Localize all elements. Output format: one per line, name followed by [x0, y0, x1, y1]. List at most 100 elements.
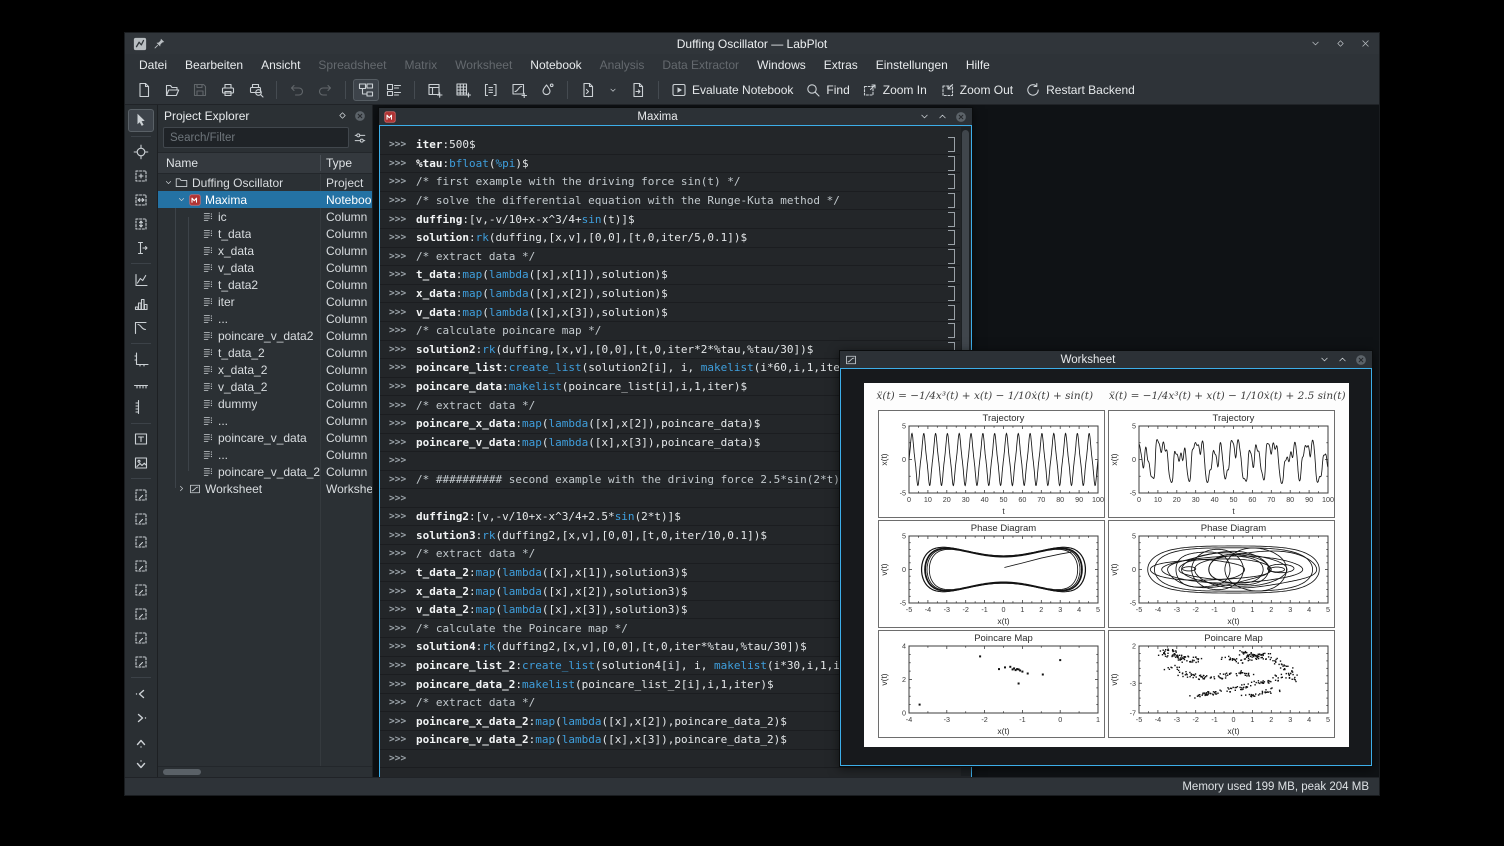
- menu-data-extractor[interactable]: Data Extractor: [654, 56, 747, 74]
- plot-trajectory-right[interactable]: 0 10 20 30 40 50 60 70 80 90 100 -5 0 5 Trajectory t x(t…: [1107, 410, 1335, 518]
- menu-ansicht[interactable]: Ansicht: [253, 56, 308, 74]
- command-text[interactable]: x_data:map(lambda([x],x[2]),solution)$: [416, 287, 948, 300]
- tree-item-t_data_2[interactable]: t_data_2 Column: [158, 344, 372, 361]
- project-explorer-header[interactable]: Project Explorer: [158, 105, 372, 126]
- tree-item-duffing-oscillator[interactable]: Duffing Oscillator Project: [158, 174, 372, 191]
- evaluate-notebook-button[interactable]: Evaluate Notebook: [666, 79, 798, 101]
- box-select-x-button[interactable]: [128, 507, 154, 530]
- tree-item-x_data_2[interactable]: x_data_2 Column: [158, 361, 372, 378]
- menu-matrix[interactable]: Matrix: [396, 56, 445, 74]
- pointer-select-button[interactable]: [128, 109, 154, 132]
- tree-item-v_data_2[interactable]: v_data_2 Column: [158, 378, 372, 395]
- menu-analysis[interactable]: Analysis: [592, 56, 653, 74]
- caret-down-button[interactable]: [603, 82, 623, 98]
- crosshair-cursor-button[interactable]: [128, 141, 154, 164]
- worksheet-window-titlebar[interactable]: Worksheet: [840, 351, 1372, 368]
- menu-bearbeiten[interactable]: Bearbeiten: [177, 56, 251, 74]
- notebook-command-row[interactable]: >>> iter:500$: [380, 136, 960, 155]
- notebook-command-row[interactable]: >>> v_data:map(lambda([x],x[3]),solution)…: [380, 303, 960, 322]
- zoom-in-button[interactable]: Zoom In: [857, 79, 932, 101]
- titlebar[interactable]: Duffing Oscillator — LabPlot: [125, 33, 1379, 54]
- new-datapicker-button[interactable]: [534, 79, 560, 101]
- command-text[interactable]: /* extract data */: [416, 250, 948, 263]
- axis-vertical-button[interactable]: [128, 396, 154, 419]
- close-icon[interactable]: [1355, 354, 1367, 366]
- tree-item--[interactable]: ... Column: [158, 310, 372, 327]
- new-matrix-button[interactable]: [478, 79, 504, 101]
- filter-options-icon[interactable]: [353, 131, 367, 145]
- close-icon[interactable]: [1360, 38, 1371, 49]
- zoom-out-button[interactable]: Zoom Out: [934, 79, 1018, 101]
- maxima-window-titlebar[interactable]: Maxima: [379, 108, 972, 125]
- minimize-icon[interactable]: [1310, 38, 1321, 49]
- zoom-region-in-button[interactable]: [128, 627, 154, 650]
- menu-worksheet[interactable]: Worksheet: [447, 56, 520, 74]
- axis-horizontal-button[interactable]: [128, 372, 154, 395]
- plot-poincare-map-right[interactable]: -5 -4 -3 -2 -1 0 1 2 3 4 5 2 -3 -7 Poincare Map x(t) v(t…: [1107, 630, 1335, 738]
- axis-corner-button[interactable]: [128, 348, 154, 371]
- tree-item-worksheet[interactable]: Worksheet Worksheet: [158, 480, 372, 497]
- plot-line-button[interactable]: [128, 268, 154, 291]
- plot-poincare-map-left[interactable]: -4 -3 -2 -1 0 1 0 2 4 Poincare Map x(t) v(t): [877, 630, 1105, 738]
- shift-up-y-button[interactable]: [128, 730, 154, 753]
- new-notebook-button[interactable]: [575, 79, 601, 101]
- column-header-type[interactable]: Type: [326, 156, 352, 170]
- tree-item--[interactable]: ... Column: [158, 412, 372, 429]
- tree-item-ic[interactable]: ic Column: [158, 208, 372, 225]
- notebook-command-row[interactable]: >>> /* first example with the driving for…: [380, 173, 960, 192]
- notebook-command-row[interactable]: >>> solution:rk(duffing,[x,v],[0,0],[t,0,…: [380, 229, 960, 248]
- column-header-name[interactable]: Name: [158, 156, 198, 170]
- document-new-button[interactable]: [131, 79, 157, 101]
- pin-icon[interactable]: [153, 37, 166, 50]
- shift-left-x-button[interactable]: [128, 682, 154, 705]
- tree-item-poincare_v_data2[interactable]: poincare_v_data2 Column: [158, 327, 372, 344]
- notebook-command-row[interactable]: >>> /* extract data */: [380, 248, 960, 267]
- notebook-command-row[interactable]: >>> /* solve the differential equation wi…: [380, 192, 960, 211]
- tree-item-v_data[interactable]: v_data Column: [158, 259, 372, 276]
- image-insert-button[interactable]: [128, 451, 154, 474]
- properties-panel-toggle-button[interactable]: [381, 79, 407, 101]
- menu-datei[interactable]: Datei: [131, 56, 175, 74]
- plot-phase-diagram-left[interactable]: -5 -4 -3 -2 -1 0 1 2 3 4 5 -5 0 5 Phase Diagram x(t) v(t…: [877, 520, 1105, 628]
- menu-einstellungen[interactable]: Einstellungen: [868, 56, 956, 74]
- tree-item-poincare_v_data_2[interactable]: poincare_v_data_2 Column: [158, 463, 372, 480]
- menu-hilfe[interactable]: Hilfe: [958, 56, 998, 74]
- chevron-down-icon[interactable]: [162, 178, 174, 187]
- tree-item-poincare_v_data[interactable]: poincare_v_data Column: [158, 429, 372, 446]
- zoom-region-out-button[interactable]: [128, 651, 154, 674]
- zoom-x-select-button[interactable]: [128, 189, 154, 212]
- command-text[interactable]: iter:500$: [416, 138, 948, 151]
- box-select-button[interactable]: [128, 483, 154, 506]
- ibeam-cursor-button[interactable]: [128, 236, 154, 259]
- undo-button[interactable]: [284, 79, 310, 101]
- notebook-command-row[interactable]: >>> %tau:bfloat(%pi)$: [380, 155, 960, 174]
- auto-scale-x-button[interactable]: [128, 579, 154, 602]
- worksheet-view[interactable]: ẍ(t) = −1/4x³(t) + x(t) − 1/10ẋ(t) + sin…: [840, 368, 1372, 766]
- print-button[interactable]: [215, 79, 241, 101]
- redo-button[interactable]: [312, 79, 338, 101]
- document-open-button[interactable]: [159, 79, 185, 101]
- plot-histogram-button[interactable]: [128, 292, 154, 315]
- minimize-icon[interactable]: [919, 111, 930, 122]
- command-text[interactable]: %tau:bfloat(%pi)$: [416, 157, 948, 170]
- box-select-y-button[interactable]: [128, 531, 154, 554]
- project-tree-hscrollbar[interactable]: [158, 766, 372, 777]
- notebook-command-row[interactable]: >>> duffing:[v,-v/10+x-x^3/4+sin(t)]$: [380, 210, 960, 229]
- plot-phase-diagram-right[interactable]: -5 -4 -3 -2 -1 0 1 2 3 4 5 -5 0 5 Phase Diagram x(t) v(t…: [1107, 520, 1335, 628]
- menu-spreadsheet[interactable]: Spreadsheet: [310, 56, 394, 74]
- plot-trajectory-left[interactable]: 0 10 20 30 40 50 60 70 80 90 100 -5 0 5 Trajectory t x(t…: [877, 410, 1105, 518]
- command-text[interactable]: duffing:[v,-v/10+x-x^3/4+sin(t)]$: [416, 213, 948, 226]
- command-text[interactable]: /* solve the differential equation with …: [416, 194, 948, 207]
- shift-down-y-button[interactable]: [128, 754, 154, 777]
- worksheet-canvas[interactable]: ẍ(t) = −1/4x³(t) + x(t) − 1/10ẋ(t) + sin…: [863, 383, 1349, 747]
- command-text[interactable]: t_data:map(lambda([x],x[1]),solution)$: [416, 268, 948, 281]
- notebook-command-row[interactable]: >>> t_data:map(lambda([x],x[1]),solution)…: [380, 266, 960, 285]
- command-text[interactable]: /* first example with the driving force …: [416, 175, 948, 188]
- tree-column-headers[interactable]: Name Type: [158, 152, 372, 174]
- new-worksheet-button[interactable]: [506, 79, 532, 101]
- text-label-button[interactable]: [128, 428, 154, 451]
- project-explorer-toggle-button[interactable]: [353, 79, 379, 101]
- chevron-down-icon[interactable]: [175, 195, 187, 204]
- close-panel-icon[interactable]: [354, 110, 366, 122]
- float-panel-icon[interactable]: [337, 110, 348, 121]
